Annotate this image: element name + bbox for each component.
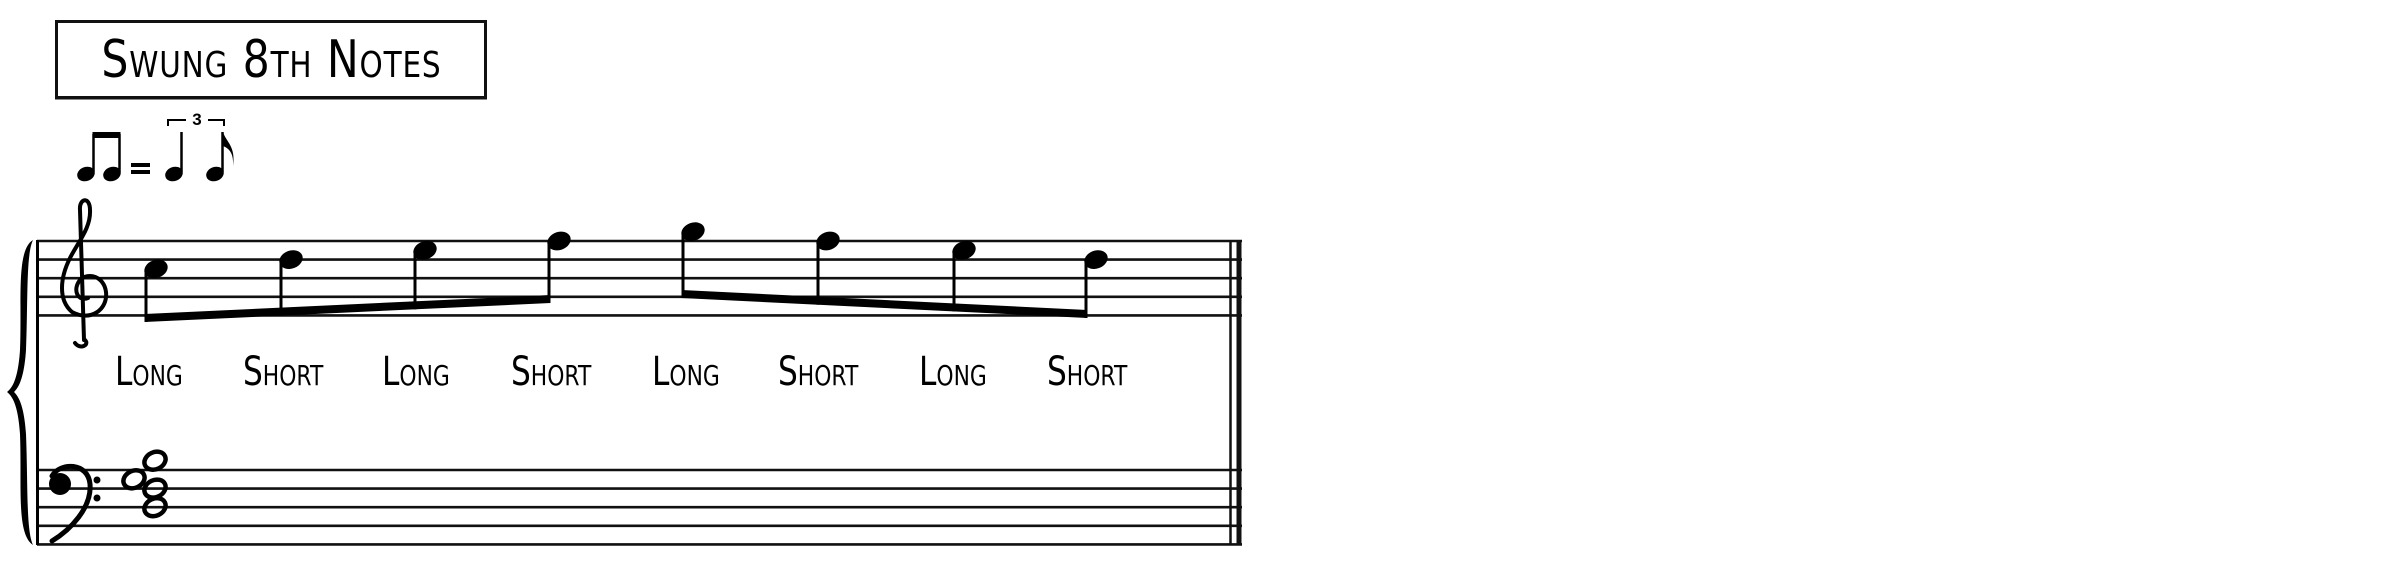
eighth-note xyxy=(1084,250,1108,318)
equals-sign-icon xyxy=(131,163,150,174)
bass-chord xyxy=(121,449,168,519)
duration-label: Short xyxy=(1047,349,1128,395)
grand-staff-brace xyxy=(7,240,33,545)
eighth-note xyxy=(952,240,976,312)
treble-staff xyxy=(37,239,1242,317)
tuplet-number: 3 xyxy=(192,110,201,129)
eighth-note xyxy=(279,250,303,316)
swing-marking: 3 xyxy=(77,110,234,182)
duration-label: Short xyxy=(778,349,859,395)
final-double-barline xyxy=(1229,240,1242,545)
eighth-note xyxy=(144,259,168,322)
duration-label: Long xyxy=(382,349,450,395)
beam xyxy=(681,290,1088,318)
duration-label: Long xyxy=(652,349,720,395)
treble-notes xyxy=(144,222,1108,322)
bass-staff xyxy=(37,468,1242,546)
beam xyxy=(144,295,551,322)
duration-label: Short xyxy=(243,349,324,395)
duration-label: Long xyxy=(115,349,183,395)
duration-label: Long xyxy=(919,349,987,395)
eighth-note xyxy=(413,240,437,310)
page-title: Swung 8th Notes xyxy=(100,29,442,90)
eighth-note xyxy=(816,231,840,305)
beamed-eighth-notes-icon xyxy=(77,132,121,182)
treble-clef-icon xyxy=(60,198,109,349)
eighth-note xyxy=(547,231,571,303)
triplet-quarter-eighth-icon: 3 xyxy=(165,110,234,182)
duration-label: Short xyxy=(511,349,592,395)
bass-clef-icon xyxy=(49,463,101,544)
title-box: Swung 8th Notes xyxy=(55,20,487,99)
